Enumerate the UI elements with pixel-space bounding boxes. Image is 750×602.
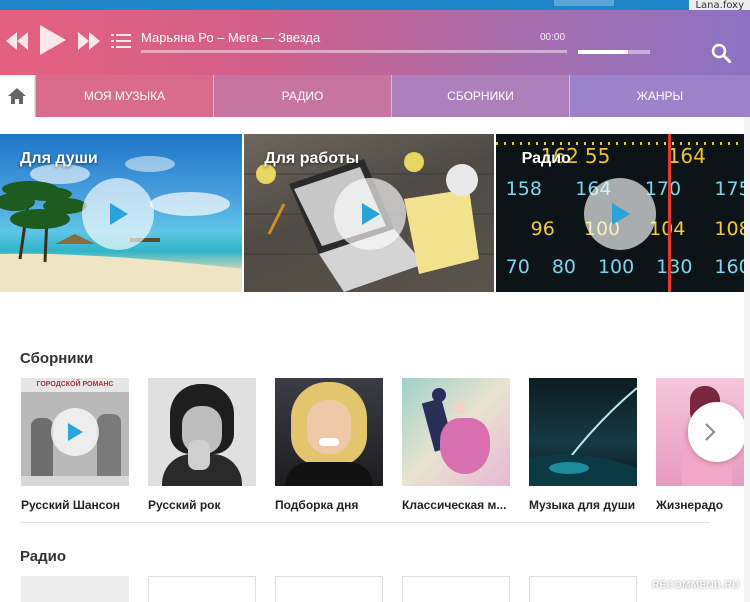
nav-genres[interactable]: ЖАНРЫ xyxy=(569,75,750,117)
collection-name: Музыка для души xyxy=(529,498,636,512)
collection-name: Жизнерадо xyxy=(656,498,724,512)
home-icon xyxy=(8,88,26,104)
scrollbar-track[interactable] xyxy=(744,117,750,602)
collections-list: ГОРОДСКОЙ РОМАНС Русский Шансон Русский … xyxy=(21,378,750,518)
collection-card[interactable]: Классическая м... xyxy=(402,378,510,512)
banner-play-button[interactable] xyxy=(82,178,154,250)
track-title: Марьяна Ро – Мега — Звезда xyxy=(141,30,321,45)
nav-radio[interactable]: РАДИО xyxy=(213,75,391,117)
dial-number: 164 xyxy=(667,144,706,168)
banner-label: Для работы xyxy=(264,150,360,167)
collection-card[interactable]: Музыка для души xyxy=(529,378,637,512)
banner-play-button[interactable] xyxy=(583,178,656,250)
collection-cover xyxy=(529,378,637,486)
collection-name: Русский Шансон xyxy=(21,498,121,512)
carousel-next-button[interactable] xyxy=(688,402,746,462)
radio-station-card[interactable] xyxy=(21,576,129,602)
banner-radio[interactable]: 16255 164 158164170175 96100104108 70801… xyxy=(495,134,750,292)
collection-card[interactable]: Подборка дня xyxy=(275,378,383,512)
road-illustration xyxy=(529,387,637,486)
dial-number: 158 xyxy=(505,178,542,200)
dial-number: 96 xyxy=(530,218,555,240)
track-time: 00:00 xyxy=(540,32,566,43)
banner-for-work[interactable]: Для работы xyxy=(244,134,494,292)
search-icon[interactable] xyxy=(711,43,731,63)
radio-station-card[interactable] xyxy=(529,576,637,602)
section-divider xyxy=(20,522,710,523)
radio-list xyxy=(21,576,750,602)
dial-number: 100 xyxy=(597,256,635,278)
collection-name: Подборка дня xyxy=(275,498,359,512)
collection-cover xyxy=(148,378,256,486)
home-button[interactable] xyxy=(0,75,35,117)
next-icon[interactable] xyxy=(78,32,100,50)
radio-station-card[interactable] xyxy=(148,576,256,602)
collection-cover: ГОРОДСКОЙ РОМАНС xyxy=(21,378,129,486)
collections-title: Сборники xyxy=(20,350,94,367)
radio-section-title: Радио xyxy=(20,548,67,565)
browser-tab[interactable] xyxy=(554,0,614,6)
prev-icon[interactable] xyxy=(6,32,28,50)
collection-name: Классическая м... xyxy=(402,498,507,512)
banner-label: Для души xyxy=(20,150,98,167)
banner-for-soul[interactable]: Для души xyxy=(0,134,243,292)
browser-top-strip xyxy=(0,0,750,10)
radio-station-card[interactable] xyxy=(402,576,510,602)
playlist-icon[interactable] xyxy=(111,32,131,50)
banner-play-button[interactable] xyxy=(334,178,407,250)
volume-fill xyxy=(578,50,629,54)
banner-label: Радио xyxy=(521,150,571,167)
nav-collections[interactable]: СБОРНИКИ xyxy=(391,75,569,117)
cover-caption: ГОРОДСКОЙ РОМАНС xyxy=(21,378,129,392)
player-bar: Марьяна Ро – Мега — Звезда 00:00 xyxy=(0,10,750,75)
play-icon xyxy=(611,203,630,225)
dial-needle xyxy=(667,134,671,292)
play-icon xyxy=(68,423,83,441)
main-nav: МОЯ МУЗЫКА РАДИО СБОРНИКИ ЖАНРЫ xyxy=(0,75,750,117)
track-progress-bar[interactable] xyxy=(141,50,567,53)
music-app: Lana.foxy Марьяна Ро – Мега — Звезда 00:… xyxy=(0,0,750,602)
dial-number: 55 xyxy=(584,144,611,168)
collection-card[interactable]: Русский рок xyxy=(148,378,256,512)
collection-cover xyxy=(275,378,383,486)
watermark: RECOMMEND.RU xyxy=(652,580,740,591)
volume-slider[interactable] xyxy=(578,50,650,54)
collection-name: Русский рок xyxy=(148,498,221,512)
mood-banners: Для души Для работы 162 55 164 158 170 1… xyxy=(0,134,750,292)
play-icon[interactable] xyxy=(38,25,66,55)
radio-station-card[interactable] xyxy=(275,576,383,602)
dial-number: 70 xyxy=(505,256,530,278)
chevron-right-icon xyxy=(705,423,716,441)
play-icon xyxy=(110,203,128,225)
cover-play-button[interactable] xyxy=(51,408,99,456)
collection-card[interactable]: ГОРОДСКОЙ РОМАНС Русский Шансон xyxy=(21,378,129,512)
collection-cover xyxy=(402,378,510,486)
dial-number: 80 xyxy=(551,256,576,278)
play-icon xyxy=(362,203,381,225)
nav-my-music[interactable]: МОЯ МУЗЫКА xyxy=(35,75,213,117)
dial-number: 130 xyxy=(656,256,693,278)
